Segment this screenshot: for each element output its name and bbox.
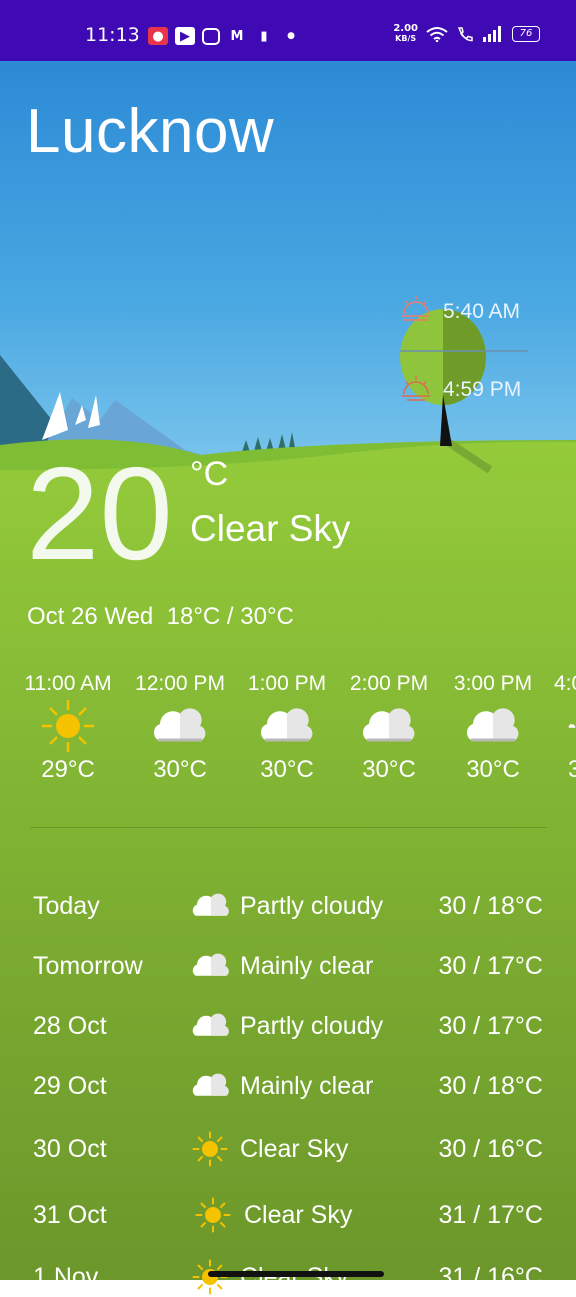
current-range: 18°C / 30°C	[166, 603, 294, 630]
network-speed-value: 2.00	[393, 23, 418, 34]
sun-icon	[195, 1197, 231, 1233]
hour-time: 4:00 PM	[554, 672, 576, 695]
daily-row[interactable]: 30 Oct Clear Sky 30 / 16°C	[0, 1129, 576, 1169]
daily-desc: Mainly clear	[240, 1072, 374, 1100]
hourly-item: 3:00 PM 30°C	[438, 672, 548, 784]
hour-temp: 30°C	[153, 756, 207, 783]
hour-temp: 30°C	[568, 756, 576, 783]
daily-day: 29 Oct	[33, 1072, 107, 1100]
sun-icon	[42, 700, 94, 752]
signal-icon	[483, 26, 501, 42]
daily-day: Tomorrow	[33, 952, 143, 980]
hour-time: 2:00 PM	[349, 672, 429, 695]
daily-row[interactable]: 28 Oct Partly cloudy 30 / 17°C	[0, 1006, 576, 1046]
battery-icon: 76	[512, 26, 540, 42]
sunrise-icon	[398, 292, 434, 333]
system-icons: 2.00 KB/S 76	[393, 24, 540, 44]
home-indicator[interactable]	[208, 1271, 384, 1277]
notification-icons: ● ▶ M ▮ ●	[148, 27, 301, 45]
daily-row[interactable]: 31 Oct Clear Sky 31 / 17°C	[0, 1195, 576, 1235]
daily-row[interactable]: 29 Oct Mainly clear 30 / 18°C	[0, 1066, 576, 1106]
hour-temp: 30°C	[466, 756, 520, 783]
call-icon	[457, 27, 473, 42]
sun-icon	[192, 1131, 228, 1167]
daily-day: 31 Oct	[33, 1201, 107, 1229]
daily-day: 28 Oct	[33, 1012, 107, 1040]
cloud-icon	[192, 953, 229, 976]
current-date: Oct 26 Wed	[27, 603, 154, 630]
temperature-unit: °C	[190, 455, 229, 493]
divider	[30, 827, 547, 828]
daily-range: 30 / 17°C	[438, 952, 543, 980]
hour-temp: 30°C	[362, 756, 416, 783]
gmail-icon: M	[230, 28, 244, 44]
cloud-icon	[362, 708, 415, 742]
sunset-time: 4:59 PM	[443, 378, 522, 401]
daily-range: 30 / 16°C	[438, 1135, 543, 1163]
cloud-icon	[192, 893, 229, 916]
daily-row[interactable]: Tomorrow Mainly clear 30 / 17°C	[0, 946, 576, 986]
hourly-item: 1:00 PM 30°C	[232, 672, 342, 784]
sunrise-time: 5:40 AM	[443, 300, 521, 323]
daily-desc: Clear Sky	[244, 1201, 353, 1229]
status-time: 11:13	[85, 24, 140, 46]
screen-record-icon: ●	[148, 27, 168, 45]
daily-desc: Clear Sky	[240, 1263, 349, 1291]
daily-row[interactable]: Today Partly cloudy 30 / 18°C	[0, 886, 576, 926]
hour-temp: 29°C	[41, 756, 95, 783]
daily-range: 31 / 16°C	[438, 1263, 543, 1291]
cloud-icon	[192, 1073, 229, 1096]
daily-range: 30 / 18°C	[438, 892, 543, 920]
cloud-icon	[153, 708, 206, 742]
hourly-item: 11:00 AM 29°C	[13, 672, 123, 784]
daily-range: 30 / 17°C	[438, 1012, 543, 1040]
current-condition: Clear Sky	[190, 508, 351, 549]
hourly-forecast[interactable]: 11:00 AM 29°C 12:00 PM 30°C 1:00 PM 30°C…	[0, 672, 576, 802]
daily-day: 1 Nov	[33, 1263, 99, 1291]
current-temperature: 20	[26, 440, 173, 587]
daily-range: 30 / 18°C	[438, 1072, 543, 1100]
cloud-icon	[466, 708, 519, 742]
sun-icon	[192, 1259, 228, 1295]
dot-icon: ●	[287, 31, 295, 41]
network-speed: 2.00 KB/S	[393, 24, 418, 44]
youtube-icon: ▶	[175, 27, 195, 45]
hour-temp: 30°C	[260, 756, 314, 783]
chat-icon	[202, 27, 220, 45]
hourly-item: 12:00 PM 30°C	[125, 672, 235, 784]
hour-time: 11:00 AM	[24, 672, 112, 695]
hourly-item: 2:00 PM 30°C	[334, 672, 444, 784]
network-speed-unit: KB/S	[395, 34, 417, 43]
daily-day: Today	[33, 892, 100, 920]
wifi-icon	[426, 27, 448, 42]
hourly-item: 4:00 PM 30°C	[540, 672, 576, 784]
cloud-icon	[192, 1013, 229, 1036]
daily-desc: Mainly clear	[240, 952, 374, 980]
hour-time: 12:00 PM	[135, 672, 225, 695]
city-name[interactable]: Lucknow	[26, 96, 274, 167]
date-range-line: Oct 26 Wed 18°C / 30°C	[27, 603, 294, 631]
daily-range: 31 / 17°C	[438, 1201, 543, 1229]
daily-desc: Partly cloudy	[240, 1012, 384, 1040]
cloud-icon	[260, 708, 313, 742]
cloud-icon	[568, 724, 576, 729]
lock-icon: ▮	[260, 28, 268, 44]
hour-time: 3:00 PM	[453, 672, 533, 695]
status-bar: 11:13 ● ▶ M ▮ ● 2.00 KB/S 76	[0, 0, 576, 61]
daily-day: 30 Oct	[33, 1135, 107, 1163]
sunset-icon	[398, 372, 434, 413]
daily-row[interactable]: 1 Nov Clear Sky 31 / 16°C	[0, 1257, 576, 1297]
hour-time: 1:00 PM	[247, 672, 327, 695]
daily-desc: Clear Sky	[240, 1135, 349, 1163]
daily-desc: Partly cloudy	[240, 892, 384, 920]
